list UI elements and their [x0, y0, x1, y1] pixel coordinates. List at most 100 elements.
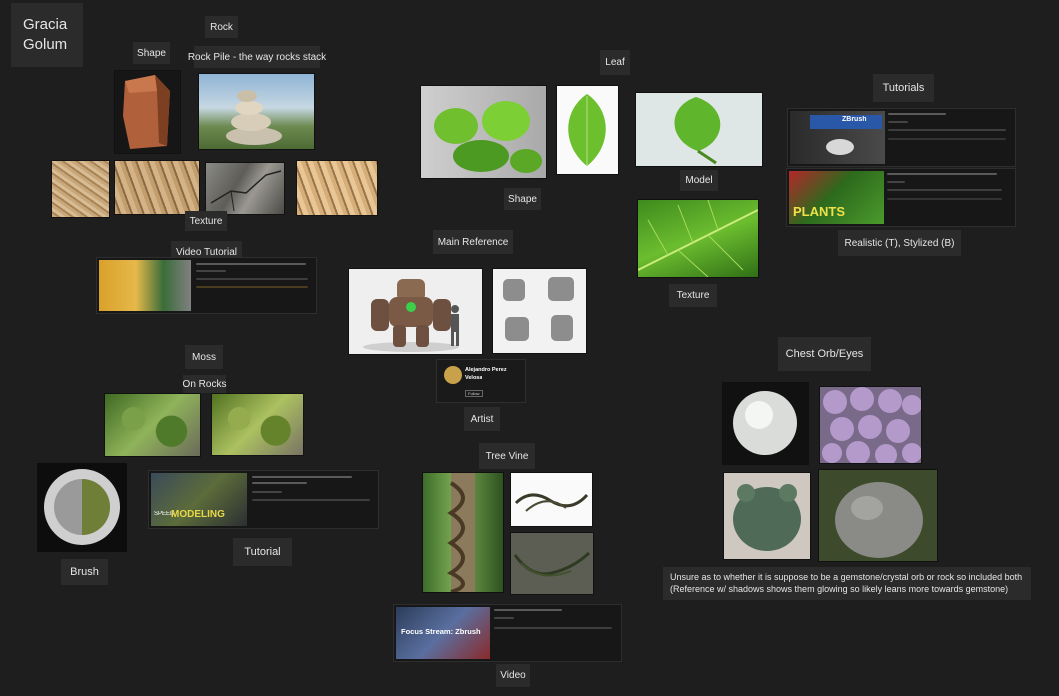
leaf-shape-photo[interactable]	[420, 85, 547, 179]
leaf-plant-graphic	[434, 101, 542, 173]
video-channel-line	[196, 270, 226, 272]
tutorial-2-desc-line	[887, 189, 1002, 191]
tutorial-1-tag-line	[888, 138, 1006, 140]
tutorial-card-1[interactable]: ZBrush	[787, 108, 1016, 167]
label-rock[interactable]: Rock	[205, 16, 238, 38]
label-rock-texture[interactable]: Texture	[185, 211, 227, 231]
label-brush[interactable]: Brush	[61, 559, 108, 585]
tutorial-1-title-line	[888, 113, 946, 115]
vine-trunk-graphic	[446, 473, 475, 592]
tutorial-2-tag-line	[887, 198, 1002, 200]
moss-tutorial-desc-line	[252, 499, 370, 501]
single-leaf-graphic	[568, 94, 606, 166]
tutorial-1-thumbnail: ZBrush	[790, 111, 885, 164]
crack-lines	[210, 170, 282, 212]
label-moss[interactable]: Moss	[185, 345, 223, 369]
artist-card[interactable]: Alejandro Perez Velosa Follow	[436, 359, 526, 403]
stone-carving-graphic	[733, 484, 801, 551]
moss-tutorial-card[interactable]: SPEED MODELING	[148, 470, 379, 529]
label-on-rocks[interactable]: On Rocks	[183, 375, 226, 393]
label-rock-pile[interactable]: Rock Pile - the way rocks stack	[188, 46, 326, 68]
stone-carving-image[interactable]	[723, 472, 811, 560]
rock-orb-image[interactable]	[818, 469, 938, 562]
artist-follow-button[interactable]: Follow	[465, 390, 483, 397]
vine-video-title-line	[494, 609, 562, 611]
video-tag-line	[196, 286, 308, 288]
main-reference-turnaround[interactable]	[492, 268, 587, 354]
rock-texture-4[interactable]	[296, 160, 378, 216]
tutorial-1-channel-line	[888, 121, 908, 123]
crystal-orb-image[interactable]	[722, 382, 809, 465]
golem-turnaround-graphic	[503, 277, 574, 341]
vine-video-card[interactable]: Focus Stream: Zbrush	[393, 604, 622, 662]
leaf-model-graphic	[674, 97, 721, 165]
tutorial-2-channel-line	[887, 181, 905, 183]
moss-tutorial-channel-line	[252, 491, 282, 493]
label-tree-vine[interactable]: Tree Vine	[479, 443, 535, 469]
tutorial-2-title-line	[887, 173, 997, 175]
tutorial-1-graphic	[810, 115, 882, 155]
label-realistic-stylized[interactable]: Realistic (T), Stylized (B)	[838, 230, 961, 256]
amethyst-orbs-graphic	[822, 387, 921, 463]
label-rock-shape[interactable]: Shape	[133, 42, 170, 64]
vine-video-thumbnail: Focus Stream: Zbrush	[396, 607, 490, 659]
artist-name-line1: Alejandro Perez	[465, 367, 507, 373]
brush-sphere-graphic	[44, 469, 120, 545]
vine-model-dark[interactable]	[510, 532, 594, 595]
video-tutorial-card[interactable]	[96, 257, 317, 314]
vine-video-channel-line	[494, 617, 514, 619]
label-video[interactable]: Video	[496, 664, 530, 687]
label-tutorials[interactable]: Tutorials	[873, 74, 934, 102]
label-chest-orb[interactable]: Chest Orb/Eyes	[778, 337, 871, 371]
video-desc-line	[196, 278, 308, 280]
label-leaf-model[interactable]: Model	[680, 170, 718, 191]
label-leaf-shape[interactable]: Shape	[504, 188, 541, 210]
artist-avatar	[444, 366, 462, 384]
board-title-line1: Gracia	[23, 16, 68, 33]
orb-note-line2: (Reference w/ shadows shows them glowing…	[670, 584, 1009, 594]
label-artist[interactable]: Artist	[464, 407, 500, 431]
label-leaf-texture[interactable]: Texture	[669, 284, 717, 307]
label-leaf[interactable]: Leaf	[600, 50, 630, 75]
tutorial-1-desc-line	[888, 129, 1006, 131]
moss-tutorial-title-line2	[252, 482, 307, 484]
label-main-reference[interactable]: Main Reference	[433, 230, 513, 254]
vine-model-white-graphic	[514, 493, 589, 512]
vine-video-desc-line	[494, 627, 612, 629]
main-reference-render[interactable]	[348, 268, 483, 355]
vine-model-white[interactable]	[510, 472, 593, 527]
rock-shape-image[interactable]	[114, 70, 181, 154]
moss-tutorial-thumbnail: SPEED MODELING	[151, 473, 247, 526]
crystal-orb-graphic	[733, 391, 797, 455]
tutorial-card-2[interactable]: PLANTS	[786, 168, 1016, 227]
moss-image-2[interactable]	[211, 393, 304, 456]
leaf-model-image[interactable]	[635, 92, 763, 167]
thumb-modeling: MODELING	[171, 509, 225, 520]
rock-texture-3[interactable]	[205, 162, 285, 215]
tutorial-2-thumbnail: PLANTS	[789, 171, 884, 224]
artist-name-line2: Velosa	[465, 375, 483, 381]
board-title[interactable]: Gracia Golum	[11, 3, 83, 67]
rock-pile-image[interactable]	[198, 73, 315, 150]
orb-note-line1: Unsure as to whether it is suppose to be…	[670, 572, 1023, 582]
rock-texture-2[interactable]	[114, 160, 200, 215]
thumb-plants: PLANTS	[793, 204, 845, 219]
vine-model-dark-graphic	[513, 551, 591, 577]
label-tutorial[interactable]: Tutorial	[233, 538, 292, 566]
tree-vine-photo[interactable]	[422, 472, 504, 593]
moss-image-1[interactable]	[104, 393, 201, 457]
moss-tutorial-title-line	[252, 476, 352, 478]
orb-note[interactable]: Unsure as to whether it is suppose to be…	[663, 567, 1031, 600]
leaf-texture-image[interactable]	[637, 199, 759, 278]
video-title-line	[196, 263, 306, 265]
rock-pile-graphic	[226, 90, 282, 145]
video-thumbnail	[99, 260, 191, 311]
amethyst-orbs-image[interactable]	[819, 386, 922, 464]
board-title-line2: Golum	[23, 36, 68, 53]
leaf-shape-cutout[interactable]	[556, 85, 619, 175]
thumb-focus-stream: Focus Stream: Zbrush	[401, 627, 481, 636]
rock-texture-1[interactable]	[51, 160, 110, 218]
brush-image[interactable]	[37, 463, 127, 552]
golem-render-graphic	[363, 279, 459, 352]
thumb-zbrush-leaf: ZBrush	[842, 116, 867, 123]
